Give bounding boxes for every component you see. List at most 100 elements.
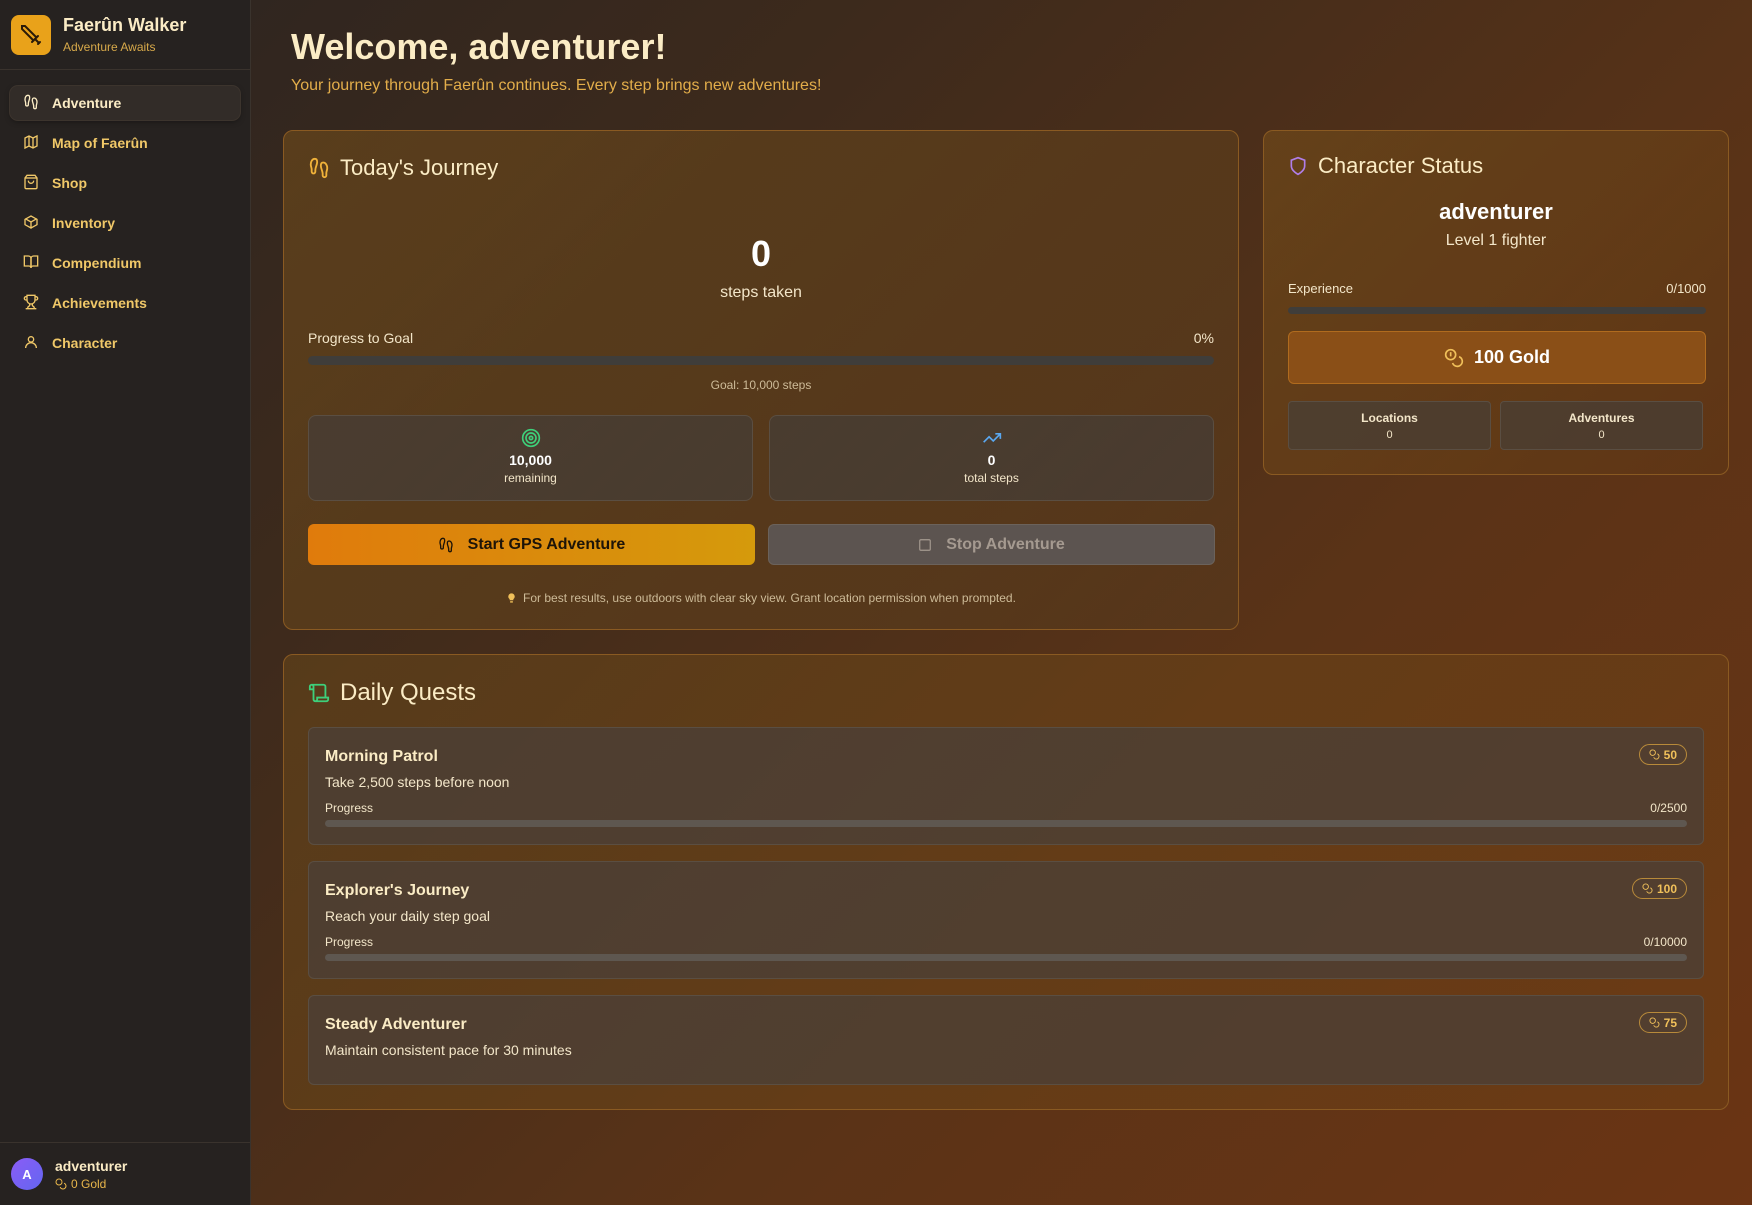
quest-progress-value: 0/2500 [1650,801,1687,815]
character-name: adventurer [1439,199,1553,224]
sidebar-item-compendium[interactable]: Compendium [10,246,240,280]
quest-description: Maintain consistent pace for 30 minutes [325,1042,572,1058]
quest-progress-row: Progress 0/10000 [325,935,1687,949]
user-gold-text: 0 Gold [71,1176,107,1191]
experience-row: Experience 0/1000 [1288,281,1706,296]
shield-icon [1290,156,1306,176]
quest-progress-bar [325,954,1687,961]
brand: Faerûn Walker Adventure Awaits [0,0,250,70]
gold-amount: 100 Gold [1473,347,1551,367]
sidebar-item-achievements[interactable]: Achievements [10,286,240,320]
lightbulb-icon [508,593,515,603]
quest-reward: 100 [1656,881,1677,896]
coins-icon [1642,883,1653,894]
sidebar-item-shop[interactable]: Shop [10,166,240,200]
avatar: A [11,1158,43,1190]
brand-title: Faerûn Walker [63,15,187,35]
character-title: Character Status [1288,153,1483,179]
gold-balance: 100 Gold [1288,331,1706,384]
experience-value: 0/1000 [1666,281,1706,296]
quest-progress-value: 0/10000 [1643,935,1687,949]
quest-title: Explorer's Journey [325,882,470,899]
footprints-icon [23,94,41,112]
quest-progress-label: Progress [325,935,374,949]
quest-reward: 75 [1663,1015,1677,1030]
quest-reward: 50 [1663,747,1677,762]
user-gold: 0 Gold [55,1177,127,1191]
sidebar-item-label: Map of Faerûn [52,135,148,151]
todays-journey-card: Today's Journey 0 steps taken Progress t… [283,130,1239,630]
user-profile[interactable]: A adventurer 0 Gold [0,1142,251,1205]
scroll-icon [308,683,330,703]
book-icon [23,254,41,272]
start-gps-adventure-button[interactable]: Start GPS Adventure [308,524,755,565]
progress-row: Progress to Goal 0% [308,330,1214,346]
quest-description: Reach your daily step goal [325,908,490,924]
progress-label: Progress to Goal [308,330,414,346]
daily-quests-card: Daily Quests Morning Patrol Take 2,500 s… [283,654,1729,1110]
gps-hint: For best results, use outdoors with clea… [284,591,1238,605]
map-icon [23,134,41,152]
quests-title-text: Daily Quests [340,679,477,706]
quest-item[interactable]: Explorer's Journey Reach your daily step… [308,861,1704,979]
steps-label: steps taken [720,284,802,301]
quest-title: Morning Patrol [325,748,438,765]
journey-title: Today's Journey [308,155,498,181]
sidebar-item-label: Inventory [52,215,116,231]
experience-label: Experience [1288,281,1354,296]
character-status-card: Character Status adventurer Level 1 figh… [1263,130,1729,475]
coins-icon [55,1178,67,1189]
user-name: adventurer [55,1157,128,1174]
sidebar-item-map[interactable]: Map of Faerûn [10,126,240,160]
sidebar-item-label: Adventure [52,95,122,111]
locations-label: Locations [1361,411,1418,425]
package-icon [23,214,41,232]
remaining-label: remaining [504,471,557,485]
experience-bar [1288,307,1706,314]
sidebar-item-inventory[interactable]: Inventory [10,206,240,240]
target-icon [521,428,540,448]
character-title-text: Character Status [1318,153,1484,178]
quest-reward-badge: 50 [1638,744,1687,765]
quest-title: Steady Adventurer [325,1016,467,1033]
sidebar-item-label: Character [52,335,118,351]
page-subtitle: Your journey through Faerûn continues. E… [291,77,822,94]
sidebar-item-character[interactable]: Character [10,326,240,360]
trending-up-icon [982,433,1001,443]
quest-progress-label: Progress [325,801,374,815]
start-button-label: Start GPS Adventure [467,535,626,553]
stop-button-label: Stop Adventure [946,535,1065,553]
sidebar-item-label: Achievements [52,295,147,311]
coins-icon [1444,348,1464,367]
goal-progress-bar [308,356,1214,365]
quest-reward-badge: 75 [1638,1012,1687,1033]
quest-item[interactable]: Morning Patrol Take 2,500 steps before n… [308,727,1704,845]
brand-subtitle: Adventure Awaits [63,40,156,54]
sidebar-item-adventure[interactable]: Adventure [10,86,240,120]
stop-square-icon [919,538,932,551]
total-steps-value: 0 [987,452,996,468]
coins-icon [1649,1017,1660,1028]
page-title: Welcome, adventurer! [291,26,667,67]
quest-item[interactable]: Steady Adventurer Maintain consistent pa… [308,995,1704,1085]
quest-description: Take 2,500 steps before noon [325,774,510,790]
total-steps-stat: 0 total steps [769,415,1214,501]
trophy-icon [23,294,41,312]
adventures-label: Adventures [1568,411,1635,425]
quest-progress-bar [325,820,1687,827]
sidebar-nav: Adventure Map of Faerûn Shop Inventory C… [0,70,250,382]
user-icon [23,334,41,352]
character-level: Level 1 fighter [1445,232,1547,249]
stop-adventure-button[interactable]: Stop Adventure [768,524,1215,565]
locations-stat: Locations 0 [1288,401,1491,450]
adventures-stat: Adventures 0 [1500,401,1703,450]
journey-title-text: Today's Journey [340,155,499,180]
sidebar-item-label: Shop [52,175,87,191]
sword-icon [11,14,51,55]
quests-title: Daily Quests [308,679,476,707]
remaining-stat: 10,000 remaining [308,415,753,501]
main-content: Welcome, adventurer! Your journey throug… [251,0,1752,1205]
quest-reward-badge: 100 [1631,878,1687,899]
footprints-icon [438,537,453,552]
locations-value: 0 [1386,429,1393,441]
